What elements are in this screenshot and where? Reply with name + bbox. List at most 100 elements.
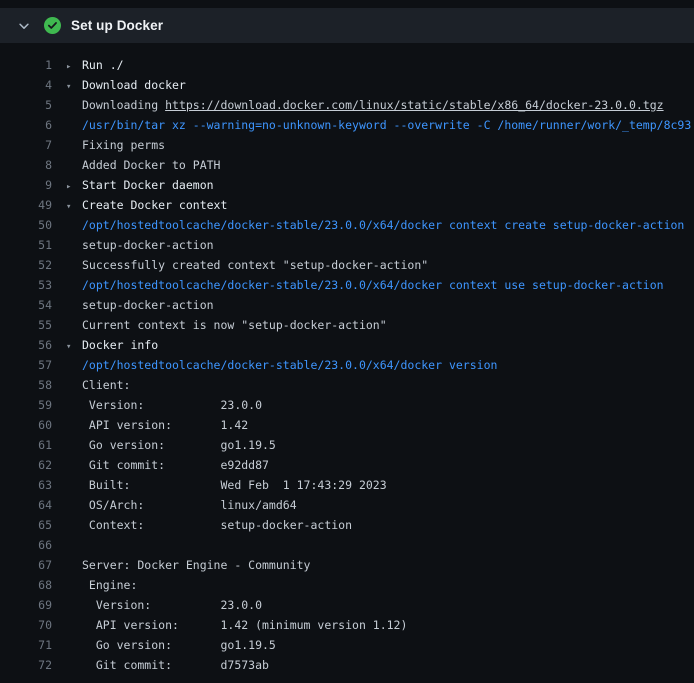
line-number[interactable]: 54 (12, 295, 52, 315)
line-number[interactable]: 61 (12, 435, 52, 455)
log-text-segment: Docker info (82, 338, 158, 352)
line-number[interactable]: 71 (12, 635, 52, 655)
log-text-segment: /opt/hostedtoolcache/docker-stable/23.0.… (82, 358, 497, 372)
log-text-segment: Server: Docker Engine - Community (82, 558, 310, 572)
log-text: API version: 1.42 (66, 415, 248, 435)
log-row: 59 Version: 23.0.0 (0, 395, 694, 415)
line-number[interactable]: 66 (12, 535, 52, 555)
log-text-segment: Create Docker context (82, 198, 227, 212)
log-lines: 1▸Run ./4▾Download docker5Downloading ht… (0, 43, 694, 675)
chevron-down-icon[interactable]: ▾ (66, 77, 82, 95)
log-row: 58 Client: (0, 375, 694, 395)
line-number[interactable]: 57 (12, 355, 52, 375)
chevron-right-icon[interactable]: ▸ (66, 57, 82, 75)
line-number[interactable]: 63 (12, 475, 52, 495)
log-text-segment: Client: (82, 378, 130, 392)
log-text: Server: Docker Engine - Community (66, 555, 310, 575)
line-number[interactable]: 1 (12, 55, 52, 75)
log-row: 65 Context: setup-docker-action (0, 515, 694, 535)
log-row: 52 Successfully created context "setup-do… (0, 255, 694, 275)
line-number[interactable]: 59 (12, 395, 52, 415)
log-row: 50/opt/hostedtoolcache/docker-stable/23.… (0, 215, 694, 235)
log-text-segment: /opt/hostedtoolcache/docker-stable/23.0.… (82, 218, 684, 232)
log-text: Fixing perms (66, 135, 165, 155)
log-text-segment: /usr/bin/tar xz --warning=no-unknown-key… (82, 118, 691, 132)
log-row: 7 Fixing perms (0, 135, 694, 155)
log-row: 66 (0, 535, 694, 555)
log-text: ▸Start Docker daemon (66, 175, 214, 195)
log-text-segment: Successfully created context "setup-dock… (82, 258, 428, 272)
log-text: Go version: go1.19.5 (66, 635, 276, 655)
line-number[interactable]: 5 (12, 95, 52, 115)
line-number[interactable]: 7 (12, 135, 52, 155)
log-text: setup-docker-action (66, 295, 214, 315)
line-number[interactable]: 64 (12, 495, 52, 515)
log-text (66, 535, 82, 555)
log-text-segment: Downloading (82, 98, 165, 112)
line-number[interactable]: 4 (12, 75, 52, 95)
log-row: 54 setup-docker-action (0, 295, 694, 315)
line-number[interactable]: 72 (12, 655, 52, 675)
log-text: Version: 23.0.0 (66, 395, 262, 415)
log-text: API version: 1.42 (minimum version 1.12) (66, 615, 407, 635)
log-row: 70 API version: 1.42 (minimum version 1.… (0, 615, 694, 635)
log-text-segment: API version: 1.42 (minimum version 1.12) (82, 618, 407, 632)
log-text-segment: OS/Arch: linux/amd64 (82, 498, 297, 512)
line-number[interactable]: 65 (12, 515, 52, 535)
line-number[interactable]: 62 (12, 455, 52, 475)
log-text: Added Docker to PATH (66, 155, 220, 175)
line-number[interactable]: 60 (12, 415, 52, 435)
log-text-segment: Go version: go1.19.5 (82, 438, 276, 452)
log-text-segment: Version: 23.0.0 (82, 398, 262, 412)
line-number[interactable]: 58 (12, 375, 52, 395)
log-text: Downloading https://download.docker.com/… (66, 95, 664, 115)
log-text: ▸Run ./ (66, 55, 124, 75)
log-row: 6/usr/bin/tar xz --warning=no-unknown-ke… (0, 115, 694, 135)
log-text: /opt/hostedtoolcache/docker-stable/23.0.… (66, 275, 664, 295)
log-row: 63 Built: Wed Feb 1 17:43:29 2023 (0, 475, 694, 495)
log-text-segment: Go version: go1.19.5 (82, 638, 276, 652)
log-text-segment: Git commit: e92dd87 (82, 458, 269, 472)
log-row: 8 Added Docker to PATH (0, 155, 694, 175)
log-text-segment: Current context is now "setup-docker-act… (82, 318, 387, 332)
line-number[interactable]: 68 (12, 575, 52, 595)
log-link[interactable]: https://download.docker.com/linux/static… (165, 98, 664, 112)
step-title: Set up Docker (71, 18, 163, 33)
line-number[interactable]: 52 (12, 255, 52, 275)
log-text: Client: (66, 375, 130, 395)
log-text-segment: Start Docker daemon (82, 178, 214, 192)
log-text-segment: Git commit: d7573ab (82, 658, 269, 672)
line-number[interactable]: 70 (12, 615, 52, 635)
line-number[interactable]: 53 (12, 275, 52, 295)
line-number[interactable]: 56 (12, 335, 52, 355)
log-text-segment: Engine: (82, 578, 137, 592)
chevron-right-icon[interactable]: ▸ (66, 177, 82, 195)
log-text: /usr/bin/tar xz --warning=no-unknown-key… (66, 115, 691, 135)
line-number[interactable]: 69 (12, 595, 52, 615)
log-row: 51setup-docker-action (0, 235, 694, 255)
step-header[interactable]: Set up Docker (0, 8, 694, 43)
chevron-down-icon[interactable]: ▾ (66, 337, 82, 355)
line-number[interactable]: 8 (12, 155, 52, 175)
log-row: 71 Go version: go1.19.5 (0, 635, 694, 655)
log-text: Git commit: e92dd87 (66, 455, 269, 475)
log-text: Successfully created context "setup-dock… (66, 255, 428, 275)
log-text-segment: Built: Wed Feb 1 17:43:29 2023 (82, 478, 387, 492)
line-number[interactable]: 6 (12, 115, 52, 135)
log-text: Context: setup-docker-action (66, 515, 352, 535)
chevron-down-icon[interactable]: ▾ (66, 197, 82, 215)
line-number[interactable]: 50 (12, 215, 52, 235)
line-number[interactable]: 49 (12, 195, 52, 215)
chevron-down-icon[interactable] (16, 18, 32, 34)
line-number[interactable]: 67 (12, 555, 52, 575)
log-row: 56 ▾Docker info (0, 335, 694, 355)
line-number[interactable]: 9 (12, 175, 52, 195)
log-row: 72 Git commit: d7573ab (0, 655, 694, 675)
log-text-segment: Download docker (82, 78, 186, 92)
line-number[interactable]: 51 (12, 235, 52, 255)
log-row: 64 OS/Arch: linux/amd64 (0, 495, 694, 515)
log-row: 62 Git commit: e92dd87 (0, 455, 694, 475)
log-text: Current context is now "setup-docker-act… (66, 315, 387, 335)
line-number[interactable]: 55 (12, 315, 52, 335)
log-text-segment: setup-docker-action (82, 298, 214, 312)
